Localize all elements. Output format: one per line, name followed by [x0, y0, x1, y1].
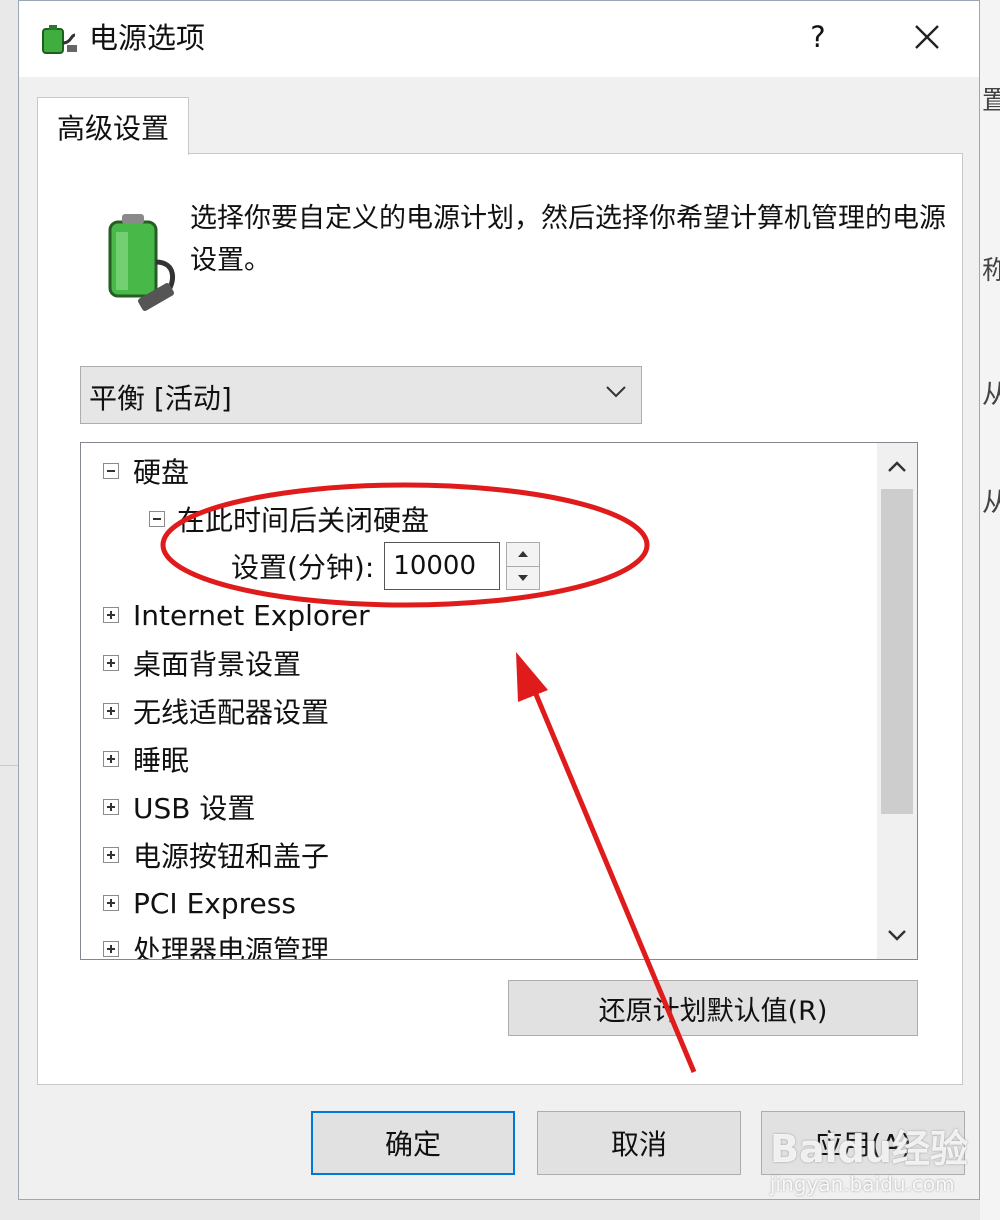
chevron-up-icon: [888, 461, 906, 472]
watermark-logo: Baidu经验: [770, 1127, 968, 1171]
tree-scrollbar[interactable]: [877, 443, 917, 959]
background-glyph: 置: [982, 86, 1000, 116]
tree-item-label: 处理器电源管理: [133, 934, 330, 960]
battery-plug-icon: [108, 214, 176, 311]
setting-row-minutes: 设置(分钟): 10000: [231, 541, 541, 591]
expand-icon[interactable]: [103, 847, 119, 863]
tree-item-label: 电源按钮和盖子: [133, 840, 330, 873]
background-window-edge: [980, 0, 1000, 1220]
close-icon: [915, 25, 939, 49]
tree-item-usb-settings[interactable]: USB 设置: [103, 787, 255, 827]
scroll-thumb[interactable]: [881, 489, 913, 814]
restore-defaults-button[interactable]: 还原计划默认值(R): [508, 980, 918, 1036]
triangle-up-icon: [518, 551, 529, 558]
collapse-icon[interactable]: [149, 511, 165, 527]
tree-item-power-buttons-lid[interactable]: 电源按钮和盖子: [103, 835, 329, 875]
background-divider: [0, 765, 18, 766]
spin-up-button[interactable]: [507, 543, 539, 566]
tree-item-wireless-adapter[interactable]: 无线适配器设置: [103, 691, 329, 731]
power-plan-dropdown[interactable]: 平衡 [活动]: [80, 366, 642, 424]
tree-item-label: PCI Express: [133, 886, 296, 920]
tree-item-label: 无线适配器设置: [133, 696, 330, 729]
scroll-up-button[interactable]: [877, 447, 917, 487]
title-bar[interactable]: 电源选项 ?: [19, 1, 979, 77]
expand-icon[interactable]: [103, 703, 119, 719]
triangle-down-icon: [518, 574, 529, 581]
minutes-spinner[interactable]: [506, 542, 541, 590]
tree-item-turn-off-disk-after[interactable]: 在此时间后关闭硬盘: [149, 499, 429, 539]
tree-item-desktop-background[interactable]: 桌面背景设置: [103, 643, 301, 683]
tree-item-label: USB 设置: [133, 792, 256, 825]
expand-icon[interactable]: [103, 941, 119, 957]
watermark-url: jingyan.baidu.com: [770, 1172, 955, 1196]
ok-button[interactable]: 确定: [311, 1111, 515, 1175]
window-title: 电源选项: [89, 21, 206, 55]
tree-item-pci-express[interactable]: PCI Express: [103, 883, 296, 923]
tree-item-internet-explorer[interactable]: Internet Explorer: [103, 595, 370, 635]
tree-item-label: 桌面背景设置: [133, 648, 302, 681]
background-glyph: 称: [982, 256, 1000, 286]
expand-icon[interactable]: [103, 895, 119, 911]
power-plan-value: 平衡 [活动]: [89, 382, 232, 415]
tree-item-sleep[interactable]: 睡眠: [103, 739, 189, 779]
collapse-icon[interactable]: [103, 463, 119, 479]
close-button[interactable]: [899, 9, 955, 65]
expand-icon[interactable]: [103, 799, 119, 815]
tree-item-label: 在此时间后关闭硬盘: [177, 504, 430, 537]
tab-advanced-settings[interactable]: 高级设置: [37, 97, 189, 155]
help-button[interactable]: ?: [791, 9, 845, 65]
expand-icon[interactable]: [103, 655, 119, 671]
power-options-icon: [42, 25, 77, 54]
cancel-button[interactable]: 取消: [537, 1111, 741, 1175]
scroll-down-button[interactable]: [877, 915, 917, 955]
background-glyph: 从: [982, 380, 1000, 410]
expand-icon[interactable]: [103, 607, 119, 623]
description-text: 选择你要自定义的电源计划，然后选择你希望计算机管理的电源设置。: [190, 203, 946, 276]
tree-item-hard-disk[interactable]: 硬盘: [103, 451, 189, 491]
expand-icon[interactable]: [103, 751, 119, 767]
tree-item-label: 睡眠: [133, 744, 190, 777]
tree-item-label: 硬盘: [133, 456, 190, 489]
background-glyph: 从: [982, 488, 1000, 518]
power-options-dialog: 电源选项 ? 高级设置 选择你要自定义的电源计划，然后选择你希望计算机管理的电源…: [18, 0, 980, 1200]
advanced-settings-panel: 选择你要自定义的电源计划，然后选择你希望计算机管理的电源设置。 平衡 [活动] …: [37, 153, 963, 1085]
chevron-down-icon: [606, 386, 626, 398]
settings-tree[interactable]: 硬盘 在此时间后关闭硬盘 设置(分钟): 10000 Internet Expl…: [80, 442, 918, 960]
baidu-watermark: Baidu经验 jingyan.baidu.com: [770, 1118, 980, 1200]
tree-item-label: Internet Explorer: [133, 598, 370, 632]
minutes-input[interactable]: 10000: [384, 542, 501, 590]
tree-item-processor-power[interactable]: 处理器电源管理: [103, 929, 330, 960]
spin-down-button[interactable]: [507, 565, 540, 590]
chevron-down-icon: [888, 930, 906, 941]
setting-label: 设置(分钟):: [231, 551, 375, 584]
